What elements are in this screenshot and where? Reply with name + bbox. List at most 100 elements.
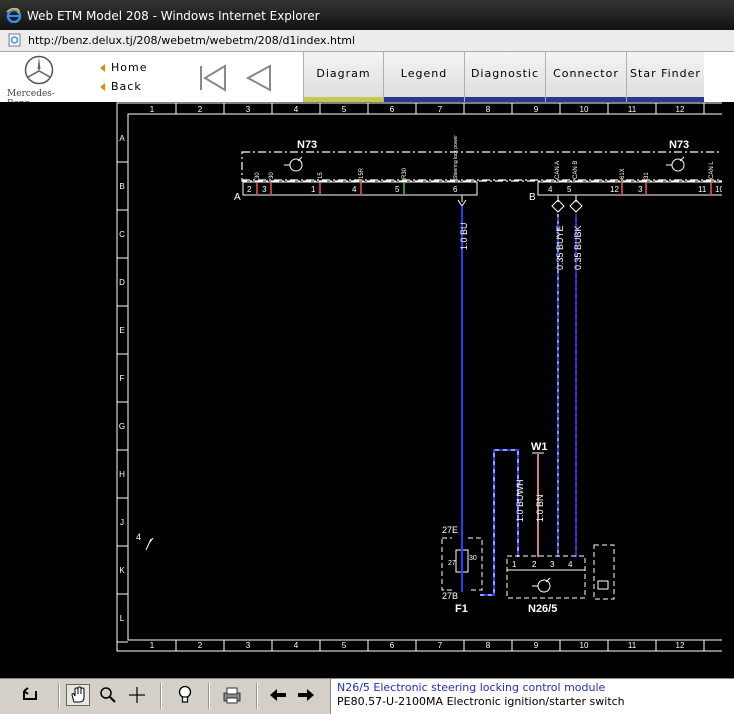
mercedes-star-icon	[24, 55, 54, 85]
address-bar[interactable]: http://benz.delux.tj/208/webetm/webetm/2…	[0, 30, 734, 52]
pin-label: 30	[269, 172, 275, 179]
first-page-icon[interactable]	[198, 64, 228, 92]
tab-connector[interactable]: Connector	[545, 52, 626, 102]
transistor-symbol-left	[284, 156, 303, 172]
zoom-button[interactable]	[96, 684, 120, 706]
column-label: 12	[676, 641, 685, 650]
pin-label: CAN B	[573, 161, 579, 179]
column-label: 6	[390, 105, 395, 114]
column-label: 8	[486, 641, 491, 650]
wire-label: 1.0 BN	[535, 494, 545, 522]
wire-buwh[interactable]	[480, 449, 519, 596]
diagram-scrollbar[interactable]	[722, 102, 734, 678]
tab-connector-label: Connector	[553, 67, 619, 80]
app-toolbar: Mercedes-Benz Home Back Diagram Legend D…	[0, 52, 734, 109]
column-label: 4	[294, 105, 299, 114]
back-arrow-icon	[100, 83, 105, 91]
pin-label: 15	[318, 172, 324, 179]
row-label: D	[119, 278, 125, 287]
column-label: 12	[676, 105, 685, 114]
crosshair-button[interactable]	[125, 684, 149, 706]
n73-left-label: N73	[297, 139, 317, 151]
previous-page-icon[interactable]	[243, 64, 273, 92]
n26-pin: 1	[512, 560, 517, 569]
toolbar-separator	[208, 683, 210, 709]
row-label: K	[119, 566, 125, 575]
wiring-diagram[interactable]: 1 2 3 4 5 6 7 8 9 10 11 12 1 2 3 4 5 6 7 8 9 10 11 12 ABCDEFGH…	[116, 102, 734, 678]
n26-5-label: N26/5	[528, 603, 557, 615]
url-text[interactable]: http://benz.delux.tj/208/webetm/webetm/2…	[28, 34, 355, 47]
column-label: 5	[342, 105, 347, 114]
column-label: 5	[342, 641, 347, 650]
pin-label: 30	[255, 172, 261, 179]
wire-label: 1.0 BUWH	[515, 479, 525, 522]
home-link[interactable]: Home	[100, 61, 147, 74]
row-label: E	[119, 326, 124, 335]
return-button[interactable]	[18, 684, 42, 706]
tab-diagram-label: Diagram	[316, 67, 371, 80]
fuse-label: 27E	[442, 525, 458, 535]
zoom-icon	[100, 687, 116, 703]
wire-label: 1.0 BU	[459, 222, 469, 250]
f1-label: F1	[455, 603, 468, 615]
pin-a: 6	[453, 185, 458, 194]
print-button[interactable]	[220, 684, 244, 706]
ie-icon	[6, 7, 22, 23]
tab-star-finder[interactable]: Star Finder	[626, 52, 704, 102]
back-link[interactable]: Back	[100, 80, 142, 93]
tab-diagram[interactable]: Diagram	[303, 52, 383, 102]
pin-b: 3	[638, 185, 643, 194]
pin-a: 5	[395, 185, 400, 194]
column-label: 10	[580, 641, 589, 650]
connector-a-label: A	[234, 192, 241, 203]
toolbar-separator	[256, 683, 258, 709]
bottom-toolbar: N26/5 Electronic steering locking contro…	[0, 678, 734, 714]
column-label: 11	[628, 105, 637, 114]
home-arrow-icon	[100, 64, 105, 72]
next-button[interactable]	[294, 684, 318, 706]
transistor-symbol-right	[666, 156, 685, 172]
column-label: 1	[150, 105, 155, 114]
main-tabs: Diagram Legend Diagnostic Connector Star…	[303, 52, 734, 102]
column-label: 9	[534, 105, 539, 114]
pin-b: 4	[548, 185, 553, 194]
column-label: 10	[580, 105, 589, 114]
page-icon	[8, 33, 21, 47]
pin-label: CAN A	[555, 161, 561, 179]
column-label: 3	[246, 641, 251, 650]
connector-b-label: B	[529, 192, 536, 203]
previous-button[interactable]	[266, 684, 290, 706]
tab-legend[interactable]: Legend	[383, 52, 464, 102]
tab-diagnostic-label: Diagnostic	[470, 67, 540, 80]
row-label: J	[120, 518, 124, 527]
fuse-label: 30	[469, 555, 477, 562]
side-marker: 4	[136, 532, 141, 542]
tab-diagnostic[interactable]: Diagnostic	[464, 52, 545, 102]
wire-label: 0.35 BUYE	[555, 225, 565, 270]
wire-label: 0.35 BUBK	[573, 225, 583, 270]
column-label: 1	[150, 641, 155, 650]
w1-label: W1	[531, 441, 548, 453]
home-label: Home	[111, 61, 148, 74]
pin-b: 11	[698, 185, 707, 194]
back-label: Back	[111, 80, 142, 93]
n26-pin: 3	[550, 560, 555, 569]
highlight-button[interactable]	[173, 684, 197, 706]
status-panel: N26/5 Electronic steering locking contro…	[330, 679, 734, 714]
column-label: 3	[246, 105, 251, 114]
n26-5-module[interactable]	[506, 555, 586, 599]
pin-label: Steering lock power	[453, 135, 459, 179]
row-labels: A B C D E F G H J K L	[119, 134, 125, 623]
column-label: 7	[438, 641, 443, 650]
pan-button[interactable]	[66, 684, 90, 706]
column-label: 11	[628, 641, 637, 650]
column-label: 8	[486, 105, 491, 114]
toolbar-separator	[58, 683, 60, 709]
row-label: L	[120, 614, 125, 623]
pin-b: 12	[610, 185, 619, 194]
hand-icon	[71, 686, 85, 703]
tab-legend-label: Legend	[400, 67, 448, 80]
print-icon	[223, 687, 241, 704]
pin-label: CAN L	[709, 161, 715, 179]
status-component-line: N26/5 Electronic steering locking contro…	[337, 681, 606, 694]
